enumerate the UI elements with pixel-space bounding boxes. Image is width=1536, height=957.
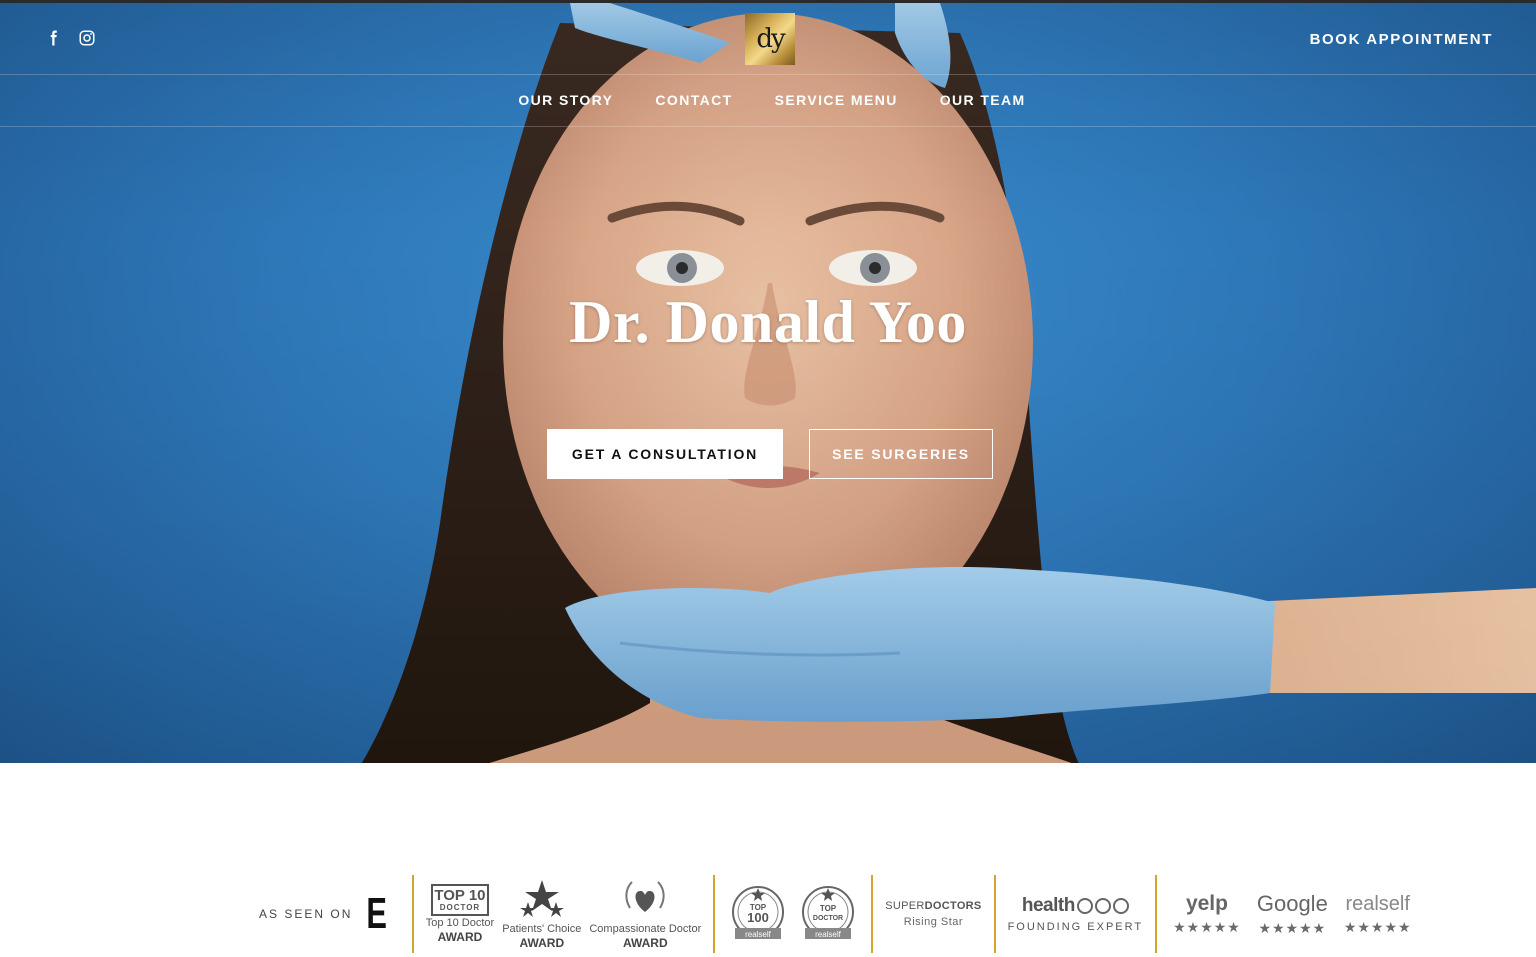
- patients-choice-award: Patients' Choice AWARD: [502, 878, 581, 950]
- hero-cta-group: GET A CONSULTATION SEE SURGERIES: [547, 429, 993, 479]
- compassionate-doctor-award: Compassionate Doctor AWARD: [589, 878, 701, 950]
- main-nav-bar: OUR STORY CONTACT SERVICE MENU OUR TEAM: [0, 75, 1536, 127]
- gold-divider: [713, 875, 716, 953]
- site-logo[interactable]: dy: [745, 13, 795, 65]
- superdoctors-super: SUPER: [885, 900, 925, 912]
- superdoctors-doctors: DOCTORS: [924, 900, 982, 912]
- realself-top-doctor-line1: TOP: [820, 904, 837, 913]
- compassionate-caption-award: AWARD: [622, 936, 668, 950]
- yelp-stars: ★★★★★: [1173, 920, 1241, 936]
- gold-divider: [1155, 875, 1158, 953]
- realself-top-doctor-award: TOP DOCTOR realself: [797, 884, 859, 944]
- see-surgeries-button[interactable]: SEE SURGERIES: [809, 429, 993, 479]
- realself-top100-ribbon: realself: [745, 930, 772, 939]
- facebook-icon[interactable]: [44, 29, 62, 47]
- nav-item-contact[interactable]: CONTACT: [655, 92, 732, 108]
- healthtap-founding-expert: FOUNDING EXPERT: [1007, 921, 1144, 933]
- instagram-icon[interactable]: [78, 29, 96, 47]
- realself-top-doctor-ribbon: realself: [815, 930, 842, 939]
- gold-divider: [411, 875, 414, 953]
- top10-doctor-award: TOP 10 DOCTOR Top 10 Doctor AWARD: [426, 884, 494, 944]
- google-stars: ★★★★★: [1258, 921, 1327, 937]
- top10-badge: TOP 10 DOCTOR: [430, 884, 489, 916]
- superdoctors-rising-star: Rising Star: [903, 916, 964, 928]
- top10-badge-line1: TOP 10: [434, 887, 486, 904]
- compassionate-heart-icon: [625, 881, 665, 912]
- gold-divider: [993, 875, 996, 953]
- book-appointment-link[interactable]: BOOK APPOINTMENT: [1310, 31, 1493, 48]
- top10-caption: Top 10 Doctor: [425, 917, 495, 929]
- awards-section: AS SEEN ON E TOP 10 DOCTOR Top 10 Doctor…: [0, 763, 1536, 957]
- social-links: [44, 29, 96, 47]
- realself-top100-line2: 100: [747, 910, 769, 925]
- realself-top100-seal-icon: TOP 100 realself: [732, 886, 785, 939]
- superdoctors-logo: SUPERDOCTORS: [885, 900, 981, 912]
- healthtap-dot-icon: [1094, 898, 1111, 914]
- realself-top-doctor-seal-icon: TOP DOCTOR realself: [802, 886, 855, 939]
- healthtap-award: health FOUNDING EXPERT: [1008, 895, 1144, 933]
- e-network-logo: E: [366, 889, 388, 938]
- yelp-rating: yelp ★★★★★: [1173, 892, 1241, 936]
- realself-stars: ★★★★★: [1343, 919, 1412, 936]
- healthtap-dot-icon: [1076, 898, 1093, 914]
- patients-choice-caption-award: AWARD: [519, 936, 565, 950]
- main-nav: OUR STORY CONTACT SERVICE MENU OUR TEAM: [0, 92, 1536, 108]
- top-bar: dy BOOK APPOINTMENT: [0, 3, 1536, 75]
- healthtap-name: health: [1021, 895, 1075, 916]
- realself-rating: realself ★★★★★: [1344, 893, 1412, 936]
- realself-top100-award: TOP 100 realself: [727, 884, 789, 944]
- healthtap-dot-icon: [1112, 898, 1129, 914]
- superdoctors-award: SUPERDOCTORS Rising Star: [885, 900, 981, 928]
- nav-item-our-story[interactable]: OUR STORY: [518, 92, 613, 108]
- yelp-logo: yelp: [1185, 892, 1228, 915]
- top10-badge-line2: DOCTOR: [439, 903, 481, 912]
- hero-title: Dr. Donald Yoo: [569, 289, 967, 355]
- patients-choice-stars-icon: [519, 880, 564, 917]
- google-logo: Google: [1256, 891, 1328, 916]
- patients-choice-caption: Patients' Choice: [502, 923, 582, 935]
- nav-item-our-team[interactable]: OUR TEAM: [940, 92, 1026, 108]
- nav-item-service-menu[interactable]: SERVICE MENU: [775, 92, 898, 108]
- realself-top-doctor-line2: DOCTOR: [813, 915, 843, 922]
- healthtap-logo: health: [1022, 895, 1129, 917]
- top10-caption-award: AWARD: [437, 930, 483, 944]
- realself-logo: realself: [1345, 892, 1410, 915]
- awards-strip: AS SEEN ON E TOP 10 DOCTOR Top 10 Doctor…: [259, 873, 1420, 955]
- as-seen-on-label: AS SEEN ON: [259, 907, 353, 921]
- compassionate-caption: Compassionate Doctor: [589, 923, 702, 935]
- gold-divider: [871, 875, 874, 953]
- get-consultation-button[interactable]: GET A CONSULTATION: [547, 429, 783, 479]
- hero-section: dy BOOK APPOINTMENT OUR STORY CONTACT SE…: [0, 0, 1536, 763]
- google-rating: Google ★★★★★: [1257, 891, 1328, 937]
- logo-monogram: dy: [756, 24, 785, 54]
